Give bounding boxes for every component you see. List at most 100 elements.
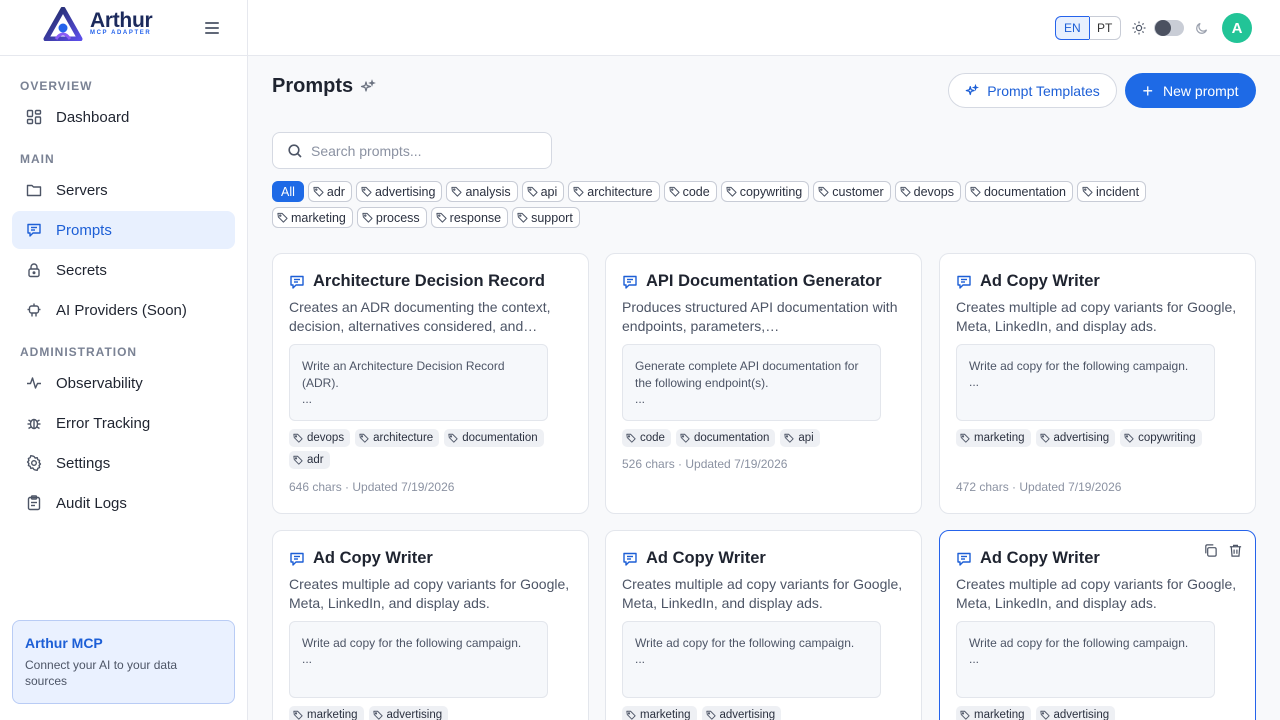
prompt-card[interactable]: API Documentation Generator Produces stru…: [605, 253, 922, 514]
filter-tag-advertising[interactable]: advertising: [355, 181, 443, 202]
card-tag-label: api: [798, 432, 814, 444]
copy-icon[interactable]: [1203, 543, 1218, 558]
preview-text: Write ad copy for the following campaign…: [969, 636, 1189, 650]
card-tag-label: copywriting: [1138, 432, 1196, 444]
preview-text: Write ad copy for the following campaign…: [302, 636, 522, 650]
tag-icon: [680, 433, 690, 443]
preview-ellipsis: ...: [302, 652, 313, 666]
card-title: Architecture Decision Record: [313, 272, 545, 290]
preview-text: Write an Architecture Decision Record (A…: [302, 359, 505, 390]
preview-ellipsis: ...: [969, 375, 980, 389]
tag-icon: [626, 433, 636, 443]
gear-icon: [26, 455, 42, 471]
prompt-card[interactable]: Ad Copy Writer Creates multiple ad copy v…: [939, 530, 1256, 720]
card-tag-label: devops: [307, 432, 345, 444]
sidebar-item-ai-providers[interactable]: AI Providers (Soon): [12, 291, 235, 329]
card-tag: advertising: [701, 706, 782, 720]
sidebar-item-error-tracking[interactable]: Error Tracking: [12, 404, 235, 442]
prompt-card[interactable]: Architecture Decision Record Creates an A…: [272, 253, 589, 514]
sidebar-item-label: Prompts: [56, 221, 112, 239]
filter-tag-api[interactable]: api: [521, 181, 565, 202]
tag-icon: [818, 186, 829, 197]
filter-tag-label: code: [682, 184, 710, 199]
filter-tag-label: incident: [1095, 184, 1140, 199]
hamburger-menu-icon[interactable]: [202, 18, 222, 38]
user-avatar[interactable]: A: [1222, 13, 1252, 43]
card-tag-label: code: [640, 432, 665, 444]
filter-tag-customer[interactable]: customer: [813, 181, 891, 202]
sidebar-item-audit-logs[interactable]: Audit Logs: [12, 484, 235, 522]
card-tag-label: architecture: [373, 432, 434, 444]
search-box: [272, 132, 552, 169]
filter-tag-marketing[interactable]: marketing: [272, 207, 353, 228]
prompt-card[interactable]: Ad Copy Writer Creates multiple ad copy v…: [272, 530, 589, 720]
filter-tag-support[interactable]: support: [512, 207, 580, 228]
sidebar-item-secrets[interactable]: Secrets: [12, 251, 235, 289]
sidebar-item-label: Servers: [56, 181, 108, 199]
section-label-main: MAIN: [20, 152, 55, 166]
tag-icon: [970, 186, 981, 197]
trash-icon[interactable]: [1228, 543, 1243, 558]
filter-tag-label: api: [540, 184, 558, 199]
top-bar: EN PT A: [248, 0, 1280, 56]
card-tags: code documentation api: [622, 429, 907, 447]
message-icon: [290, 275, 304, 289]
sidebar-item-label: Error Tracking: [56, 414, 151, 432]
sidebar-item-servers[interactable]: Servers: [12, 171, 235, 209]
card-actions: [1203, 543, 1243, 558]
arthur-logo-icon[interactable]: [43, 7, 83, 41]
message-icon: [623, 552, 637, 566]
card-tag: marketing: [956, 429, 1031, 447]
card-description: Creates multiple ad copy variants for Go…: [622, 576, 903, 611]
filter-tag-process[interactable]: process: [356, 207, 427, 228]
filter-tag-label: All: [281, 184, 295, 199]
card-tag-label: marketing: [974, 709, 1025, 720]
filter-tag-label: advertising: [374, 184, 436, 199]
new-prompt-button[interactable]: + New prompt: [1125, 73, 1256, 108]
language-en-button[interactable]: EN: [1055, 16, 1090, 40]
tag-icon: [573, 186, 584, 197]
tag-icon: [784, 433, 795, 443]
filter-tag-label: documentation: [983, 184, 1066, 199]
prompt-card[interactable]: Ad Copy Writer Creates multiple ad copy v…: [605, 530, 922, 720]
filter-tag-architecture[interactable]: architecture: [568, 181, 660, 202]
filter-tag-documentation[interactable]: documentation: [964, 181, 1073, 202]
sidebar: Arthur MCP ADAPTER OVERVIEW Dashboard MA…: [0, 0, 248, 720]
prompt-templates-button[interactable]: Prompt Templates: [948, 73, 1117, 108]
preview-ellipsis: ...: [635, 392, 646, 406]
card-tag: marketing: [622, 706, 697, 720]
sidebar-item-prompts[interactable]: Prompts: [12, 211, 235, 249]
card-tag: advertising: [1035, 706, 1116, 720]
search-input[interactable]: [311, 141, 541, 161]
dashboard-icon: [26, 109, 42, 125]
card-preview: Write ad copy for the following campaign…: [956, 621, 1215, 698]
filter-tag-devops[interactable]: devops: [894, 181, 961, 202]
sidebar-item-observability[interactable]: Observability: [12, 364, 235, 402]
theme-toggle[interactable]: [1154, 20, 1184, 36]
filter-tag-response[interactable]: response: [430, 207, 509, 228]
sidebar-item-dashboard[interactable]: Dashboard: [12, 98, 235, 136]
sidebar-item-settings[interactable]: Settings: [12, 444, 235, 482]
prompt-templates-label: Prompt Templates: [987, 82, 1100, 99]
filter-tag-code[interactable]: code: [663, 181, 717, 202]
filter-tag-adr[interactable]: adr: [307, 181, 352, 202]
tag-icon: [293, 710, 303, 720]
prompt-card[interactable]: Ad Copy Writer Creates multiple ad copy v…: [939, 253, 1256, 514]
filter-tag-analysis[interactable]: analysis: [446, 181, 518, 202]
card-tag-label: adr: [307, 454, 324, 466]
card-preview: Write ad copy for the following campaign…: [622, 621, 881, 698]
moon-icon: [1196, 22, 1208, 34]
filter-tag-copywriting[interactable]: copywriting: [720, 181, 810, 202]
card-header: Ad Copy Writer: [956, 272, 1100, 291]
card-header: Ad Copy Writer: [956, 549, 1100, 568]
message-icon: [623, 275, 637, 289]
filter-tag-incident[interactable]: incident: [1076, 181, 1147, 202]
filter-all[interactable]: All: [272, 181, 304, 202]
message-icon: [26, 222, 42, 238]
card-header: Architecture Decision Record: [289, 272, 545, 291]
tag-icon: [705, 710, 716, 720]
card-preview: Write an Architecture Decision Record (A…: [289, 344, 548, 421]
tag-icon: [900, 186, 911, 197]
language-pt-button[interactable]: PT: [1089, 16, 1122, 40]
page-title: Prompts: [272, 75, 354, 97]
